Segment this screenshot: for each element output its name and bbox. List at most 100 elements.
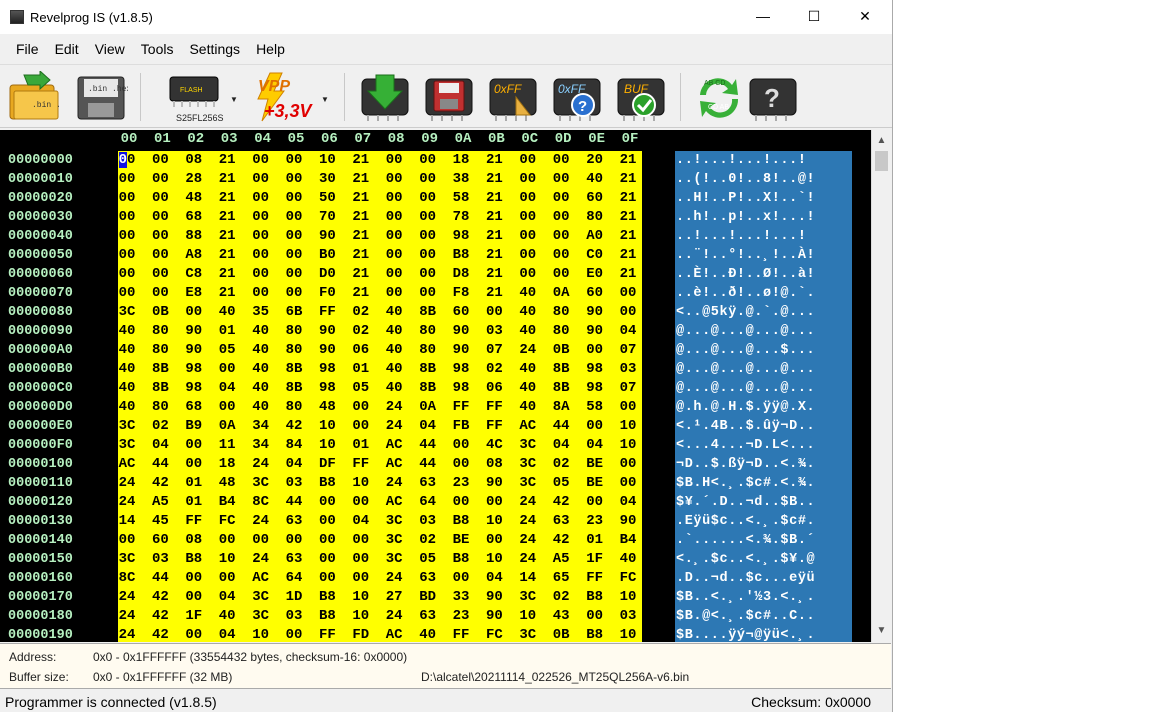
hex-byte[interactable]: 00	[281, 170, 307, 189]
hex-byte[interactable]: 40	[615, 550, 641, 569]
hex-byte[interactable]: 3C	[515, 474, 541, 493]
hex-byte[interactable]: 00	[281, 246, 307, 265]
hex-byte[interactable]: 00	[147, 170, 173, 189]
hex-byte[interactable]: 90	[448, 322, 474, 341]
hex-byte[interactable]: 08	[181, 151, 207, 170]
ascii-text[interactable]: .Eÿü$c..<.¸.$c#.	[675, 512, 852, 531]
ascii-text[interactable]: ..h!..p!..x!...!	[675, 208, 852, 227]
hex-byte[interactable]: 40	[214, 607, 240, 626]
hex-byte[interactable]: 80	[281, 341, 307, 360]
hex-byte[interactable]: 38	[448, 170, 474, 189]
hex-byte[interactable]: 8B	[415, 303, 441, 322]
hex-byte[interactable]: FC	[615, 569, 641, 588]
hex-byte[interactable]: 00	[314, 550, 340, 569]
hex-byte[interactable]: 04	[481, 569, 507, 588]
hex-byte[interactable]: 21	[481, 170, 507, 189]
hex-byte[interactable]: 04	[582, 436, 608, 455]
hex-byte[interactable]: 40	[381, 360, 407, 379]
hex-byte[interactable]: 58	[582, 398, 608, 417]
hex-byte[interactable]: 00	[147, 227, 173, 246]
hex-byte[interactable]: 03	[481, 322, 507, 341]
hex-byte[interactable]: 24	[515, 341, 541, 360]
hex-byte[interactable]: 04	[147, 436, 173, 455]
hex-byte[interactable]: 00	[248, 208, 274, 227]
hex-byte[interactable]: 00	[548, 208, 574, 227]
hex-byte[interactable]: 27	[381, 588, 407, 607]
hex-byte[interactable]: 02	[348, 322, 374, 341]
hex-byte[interactable]: 0B	[548, 626, 574, 642]
hex-byte[interactable]: 00	[615, 398, 641, 417]
hex-byte[interactable]: 24	[114, 493, 140, 512]
hex-byte[interactable]: 00	[281, 189, 307, 208]
hex-byte[interactable]: 00	[314, 531, 340, 550]
hex-byte[interactable]: 24	[515, 512, 541, 531]
hex-byte[interactable]: 42	[147, 588, 173, 607]
hex-byte[interactable]: 40	[381, 322, 407, 341]
hex-byte[interactable]: 00	[415, 246, 441, 265]
hex-byte[interactable]: 14	[515, 569, 541, 588]
hex-byte[interactable]: 4C	[481, 436, 507, 455]
hex-byte[interactable]: 21	[214, 151, 240, 170]
hex-byte[interactable]: 00	[248, 189, 274, 208]
hex-byte[interactable]: 64	[281, 569, 307, 588]
hex-byte[interactable]: BD	[415, 588, 441, 607]
hex-byte[interactable]: 00	[281, 227, 307, 246]
hex-byte[interactable]: 10	[348, 588, 374, 607]
hex-byte[interactable]: 00	[481, 303, 507, 322]
hex-byte[interactable]: 08	[181, 531, 207, 550]
hex-byte[interactable]: 04	[548, 436, 574, 455]
hex-byte[interactable]: 40	[248, 322, 274, 341]
hex-byte[interactable]: AC	[381, 493, 407, 512]
hex-byte[interactable]: 00	[214, 360, 240, 379]
hex-byte[interactable]: B8	[181, 550, 207, 569]
hex-byte[interactable]: 00	[381, 265, 407, 284]
save-file-button[interactable]: .bin .hex	[74, 71, 131, 123]
hex-byte[interactable]: 21	[615, 227, 641, 246]
hex-byte[interactable]: 00	[381, 284, 407, 303]
ascii-text[interactable]: $B.H<.¸.$c#.<.¾.	[675, 474, 852, 493]
hex-byte[interactable]: 48	[181, 189, 207, 208]
ascii-text[interactable]: ..!...!...!...!	[675, 227, 852, 246]
hex-byte[interactable]: 00	[381, 208, 407, 227]
hex-byte[interactable]: 44	[415, 455, 441, 474]
hex-byte[interactable]: 3C	[381, 550, 407, 569]
ascii-text[interactable]: @...@...@...@...	[675, 379, 852, 398]
hex-byte[interactable]: 18	[448, 151, 474, 170]
hex-byte[interactable]: 44	[415, 436, 441, 455]
hex-byte[interactable]: 3C	[515, 436, 541, 455]
hex-byte[interactable]: 00	[615, 284, 641, 303]
hex-byte[interactable]: 24	[381, 417, 407, 436]
hex-byte[interactable]: 00	[481, 493, 507, 512]
hex-byte[interactable]: 40	[415, 626, 441, 642]
menu-settings[interactable]: Settings	[181, 41, 248, 57]
hex-byte[interactable]: 21	[348, 189, 374, 208]
hex-byte[interactable]: 45	[147, 512, 173, 531]
hex-byte[interactable]: 00	[281, 208, 307, 227]
vertical-scrollbar[interactable]: ▲ ▼	[871, 130, 891, 642]
hex-byte[interactable]: 98	[582, 360, 608, 379]
hex-byte[interactable]: 00	[314, 493, 340, 512]
hex-byte[interactable]: 24	[381, 474, 407, 493]
hex-byte[interactable]: 00	[548, 189, 574, 208]
hex-byte[interactable]: B8	[448, 512, 474, 531]
hex-byte[interactable]: F8	[448, 284, 474, 303]
hex-byte[interactable]: 21	[348, 246, 374, 265]
hex-byte[interactable]: 43	[548, 607, 574, 626]
hex-byte[interactable]: 00	[515, 189, 541, 208]
hex-byte[interactable]: 80	[281, 322, 307, 341]
hex-byte[interactable]: 20	[582, 151, 608, 170]
hex-byte[interactable]: 1F	[181, 607, 207, 626]
hex-byte[interactable]: FB	[448, 417, 474, 436]
hex-byte[interactable]: 1D	[281, 588, 307, 607]
hex-byte[interactable]: 01	[348, 360, 374, 379]
hex-byte[interactable]: 3C	[381, 531, 407, 550]
hex-byte[interactable]: 00	[448, 436, 474, 455]
ascii-text[interactable]: ..È!..Ð!..Ø!..à!	[675, 265, 852, 284]
hex-byte[interactable]: 24	[248, 455, 274, 474]
hex-byte[interactable]: 00	[114, 284, 140, 303]
hex-byte[interactable]: 00	[114, 189, 140, 208]
hex-byte[interactable]: 3C	[515, 455, 541, 474]
hex-byte[interactable]: 02	[415, 531, 441, 550]
hex-byte[interactable]: 8B	[415, 360, 441, 379]
minimize-button[interactable]: —	[740, 0, 786, 32]
